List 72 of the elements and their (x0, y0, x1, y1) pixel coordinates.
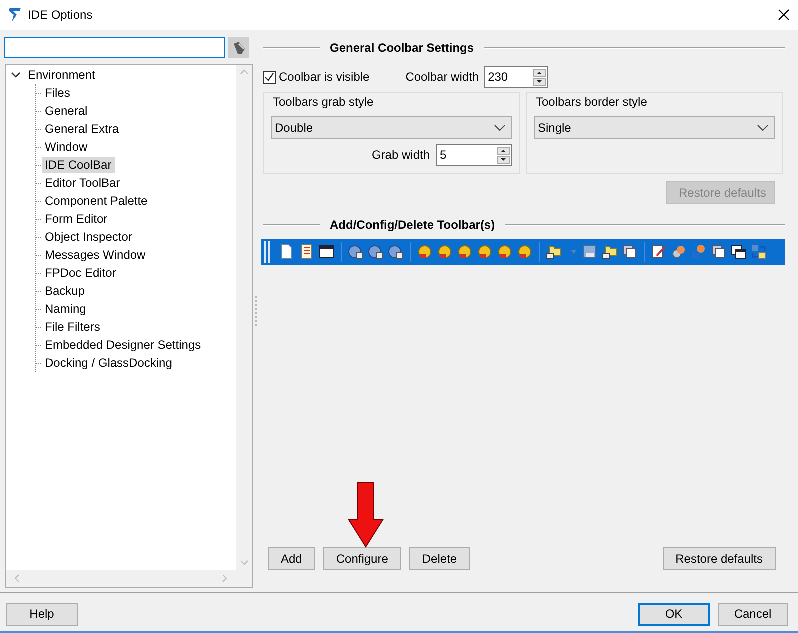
spin-down-icon[interactable] (497, 156, 510, 164)
ball-icon[interactable] (437, 244, 453, 260)
search-field[interactable] (4, 37, 225, 58)
caret-icon (757, 124, 769, 132)
checkbox[interactable] (263, 70, 276, 84)
globe-icon[interactable] (388, 244, 404, 260)
tree-item[interactable]: Messages Window (42, 247, 149, 263)
floppy-icon[interactable] (582, 244, 598, 260)
expander-icon[interactable] (10, 70, 22, 80)
tree-item[interactable]: Environment (25, 67, 98, 83)
document-icon[interactable] (299, 244, 315, 260)
page-icon[interactable] (279, 244, 295, 260)
edit-icon[interactable] (651, 244, 667, 260)
add-button[interactable]: Add (268, 547, 316, 570)
globe-icon[interactable] (348, 244, 364, 260)
spin-down-icon[interactable] (533, 78, 546, 86)
configure-button[interactable]: Configure (323, 547, 402, 570)
app-icon (8, 7, 22, 23)
cancel-button[interactable]: Cancel (718, 602, 788, 626)
down-arrow (348, 482, 384, 548)
number-field[interactable]: 5 (436, 144, 512, 166)
spin-up-icon[interactable] (497, 146, 510, 154)
section-heading: Add/Config/Delete Toolbar(s) (330, 218, 496, 232)
globe-icon[interactable] (368, 244, 384, 260)
ball-icon[interactable] (497, 244, 513, 260)
ball-icon[interactable] (477, 244, 493, 260)
field-label: Coolbar width (406, 70, 480, 84)
tree-item[interactable]: Form Editor (42, 211, 111, 227)
tree-item[interactable]: Editor ToolBar (42, 175, 124, 191)
arrows-icon[interactable] (751, 244, 767, 260)
tree-item[interactable]: Embedded Designer Settings (42, 337, 204, 353)
grip-handle[interactable] (264, 241, 270, 263)
ball-icon[interactable] (417, 244, 433, 260)
brush-icon (232, 40, 246, 54)
dropdown[interactable]: Single (534, 116, 775, 139)
tree-item[interactable]: Docking / GlassDocking (42, 355, 176, 371)
help-button[interactable]: Help (6, 602, 78, 626)
tree-item[interactable]: General (42, 103, 91, 119)
checkbox-label: Coolbar is visible (279, 70, 370, 84)
windows-icon[interactable] (731, 244, 747, 260)
tree-item[interactable]: FPDoc Editor (42, 265, 120, 281)
group-title: Toolbars border style (536, 95, 648, 111)
tree-item[interactable]: Backup (42, 283, 88, 299)
tree-item[interactable]: IDE CoolBar (42, 157, 115, 173)
folder-icon[interactable] (602, 244, 618, 260)
tree-item[interactable]: File Filters (42, 319, 104, 335)
ball-icon[interactable] (517, 244, 533, 260)
number-field[interactable]: 230 (484, 66, 548, 88)
restore-defaults-button[interactable]: Restore defaults (662, 547, 776, 570)
window-title: IDE Options (28, 8, 94, 22)
delete-button[interactable]: Delete (409, 547, 470, 570)
close-icon[interactable] (778, 9, 790, 21)
section-heading: General Coolbar Settings (330, 41, 474, 55)
tree-item[interactable]: Object Inspector (42, 229, 136, 245)
tree-item[interactable]: Component Palette (42, 193, 151, 209)
window-icon[interactable] (319, 244, 335, 260)
shapes-icon[interactable] (671, 244, 687, 260)
ok-button[interactable]: OK (638, 602, 710, 626)
filter-button[interactable] (228, 37, 249, 58)
folder-icon[interactable] (546, 244, 562, 260)
field-label: Grab width (372, 148, 430, 162)
dropdown[interactable]: Double (271, 116, 512, 139)
caret-icon (494, 124, 506, 132)
tree-item[interactable]: General Extra (42, 121, 122, 137)
tree-item[interactable]: Files (42, 85, 74, 101)
group-title: Toolbars grab style (273, 95, 375, 111)
stack-icon[interactable] (622, 244, 638, 260)
ball-icon[interactable] (457, 244, 473, 260)
spin-up-icon[interactable] (533, 68, 546, 76)
tree-item[interactable]: Naming (42, 301, 90, 317)
tree-item[interactable]: Window (42, 139, 91, 155)
stack-icon[interactable] (711, 244, 727, 260)
